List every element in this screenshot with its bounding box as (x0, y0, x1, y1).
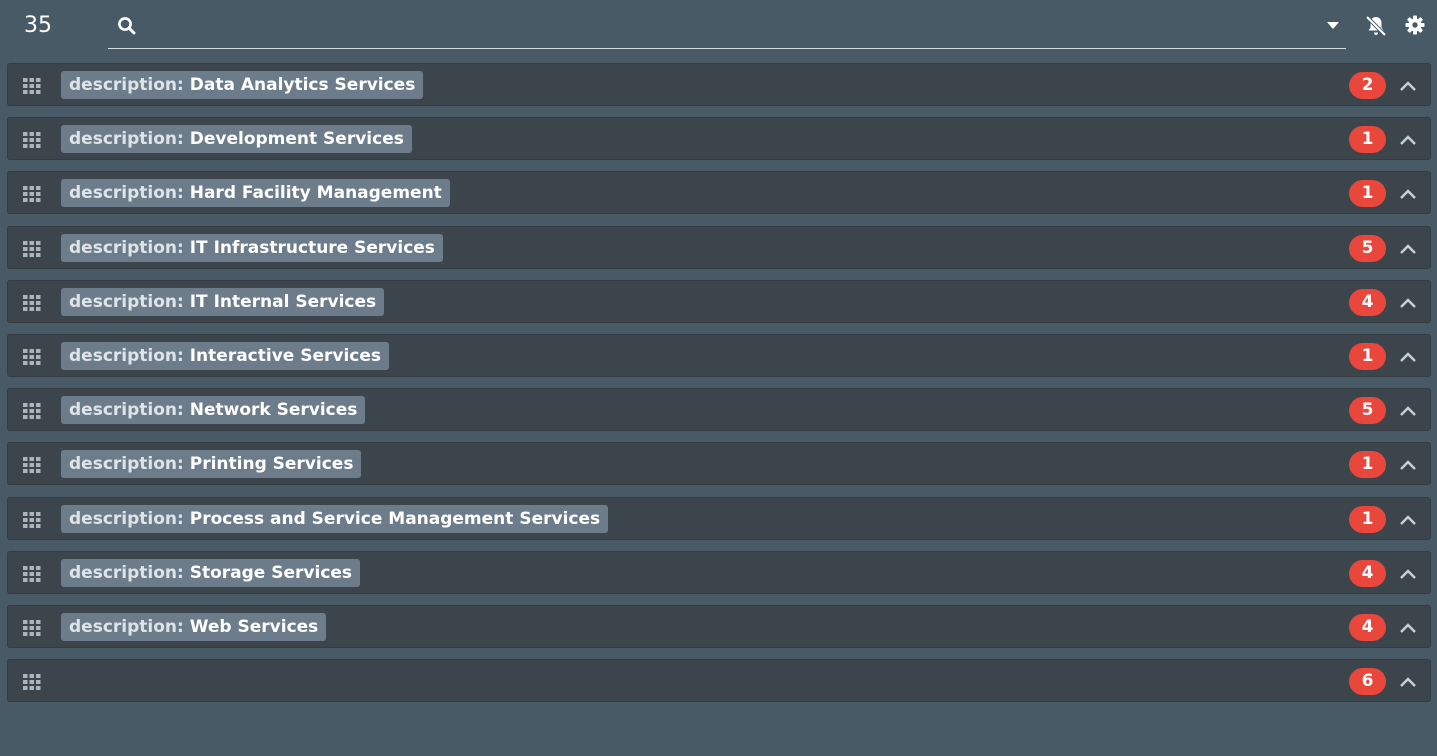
group-label-pill: description: IT Infrastructure Services (61, 233, 443, 262)
group-label-pill: description: Web Services (61, 612, 327, 641)
group-key: description: (69, 291, 190, 312)
group-row[interactable]: description: IT Infrastructure Services … (7, 225, 1431, 269)
count-badge: 1 (1349, 180, 1386, 208)
count-badge: 1 (1349, 126, 1386, 154)
group-label-pill: description: Process and Service Managem… (61, 504, 609, 533)
chevron-up-icon[interactable] (1397, 75, 1419, 97)
chevron-up-icon[interactable] (1397, 400, 1419, 422)
group-row[interactable]: description: Storage Services 4 (7, 550, 1431, 594)
grid-drag-icon[interactable] (23, 132, 41, 149)
group-value: Printing Services (189, 454, 354, 475)
group-row[interactable]: description: Network Services 5 (7, 388, 1431, 432)
group-row[interactable]: description: Process and Service Managem… (7, 496, 1431, 540)
group-key: description: (69, 183, 190, 204)
bell-slash-icon[interactable] (1364, 14, 1388, 38)
group-row[interactable]: 6 (7, 659, 1431, 703)
group-row[interactable]: description: Web Services 4 (7, 604, 1431, 648)
chevron-up-icon[interactable] (1397, 509, 1419, 531)
group-label-pill: description: Printing Services (61, 450, 362, 479)
group-value: Development Services (189, 129, 404, 150)
count-badge: 2 (1349, 72, 1386, 99)
group-value: Interactive Services (189, 345, 382, 366)
chevron-up-icon[interactable] (1397, 129, 1419, 151)
chevron-up-icon[interactable] (1397, 346, 1419, 368)
caret-down-icon[interactable] (1326, 20, 1340, 30)
grid-drag-icon[interactable] (23, 457, 41, 474)
total-count: 35 (24, 13, 52, 38)
group-value: IT Infrastructure Services (189, 237, 435, 258)
group-value: Network Services (189, 400, 358, 421)
group-key: description: (69, 454, 190, 475)
group-key: description: (69, 508, 190, 529)
grid-drag-icon[interactable] (23, 240, 41, 257)
grid-drag-icon[interactable] (23, 511, 41, 528)
group-row[interactable]: description: IT Internal Services 4 (7, 279, 1431, 323)
group-value: Data Analytics Services (189, 75, 416, 95)
group-row[interactable]: description: Printing Services 1 (7, 442, 1431, 486)
group-label-pill: description: Data Analytics Services (61, 71, 424, 99)
grid-drag-icon[interactable] (23, 186, 41, 203)
chevron-up-icon[interactable] (1397, 292, 1419, 314)
group-key: description: (69, 616, 190, 637)
group-label-pill: description: Development Services (61, 125, 412, 154)
group-key: description: (69, 237, 190, 258)
grid-drag-icon[interactable] (23, 348, 41, 365)
count-badge: 6 (1349, 668, 1386, 696)
group-value: Process and Service Management Services (189, 508, 601, 529)
group-label-pill: description: Storage Services (61, 558, 361, 587)
top-bar: 35 (0, 0, 1437, 56)
chevron-up-icon[interactable] (1397, 454, 1419, 476)
count-badge: 4 (1349, 559, 1386, 587)
count-badge: 5 (1349, 234, 1386, 262)
count-badge: 4 (1349, 613, 1386, 641)
grid-drag-icon[interactable] (23, 565, 41, 582)
group-value: Web Services (189, 616, 319, 637)
group-row[interactable]: description: Hard Facility Management 1 (7, 171, 1431, 215)
grid-drag-icon[interactable] (23, 619, 41, 636)
search-input[interactable] (148, 12, 1302, 42)
group-key: description: (69, 400, 190, 421)
group-value: Hard Facility Management (189, 183, 442, 204)
chevron-up-icon[interactable] (1397, 617, 1419, 639)
group-value: IT Internal Services (189, 291, 377, 312)
count-badge: 4 (1349, 288, 1386, 316)
group-row[interactable]: description: Development Services 1 (7, 117, 1431, 161)
count-badge: 1 (1349, 451, 1386, 479)
grid-drag-icon[interactable] (23, 674, 41, 691)
group-label-pill: description: Hard Facility Management (61, 179, 450, 208)
count-badge: 1 (1349, 505, 1386, 533)
grid-drag-icon[interactable] (23, 78, 41, 94)
chevron-up-icon[interactable] (1397, 563, 1419, 585)
search-icon (118, 17, 136, 35)
group-row[interactable]: description: Interactive Services 1 (7, 333, 1431, 377)
group-key: description: (69, 345, 190, 366)
group-label-pill: description: IT Internal Services (61, 287, 385, 316)
chevron-up-icon[interactable] (1397, 183, 1419, 205)
group-list: description: Data Analytics Services 2 d… (7, 63, 1431, 713)
grid-drag-icon[interactable] (23, 294, 41, 311)
group-label-pill: description: Interactive Services (61, 341, 390, 370)
count-badge: 1 (1349, 342, 1386, 370)
grid-drag-icon[interactable] (23, 403, 41, 420)
search-box[interactable] (108, 4, 1346, 49)
chevron-up-icon[interactable] (1397, 238, 1419, 260)
group-key: description: (69, 129, 190, 150)
group-value: Storage Services (189, 562, 353, 583)
gear-icon[interactable] (1405, 15, 1425, 35)
group-key: description: (69, 562, 190, 583)
group-row[interactable]: description: Data Analytics Services 2 (7, 63, 1431, 106)
count-badge: 5 (1349, 397, 1386, 425)
group-key: description: (69, 75, 190, 95)
group-label-pill: description: Network Services (61, 396, 366, 425)
chevron-up-icon[interactable] (1397, 671, 1419, 693)
